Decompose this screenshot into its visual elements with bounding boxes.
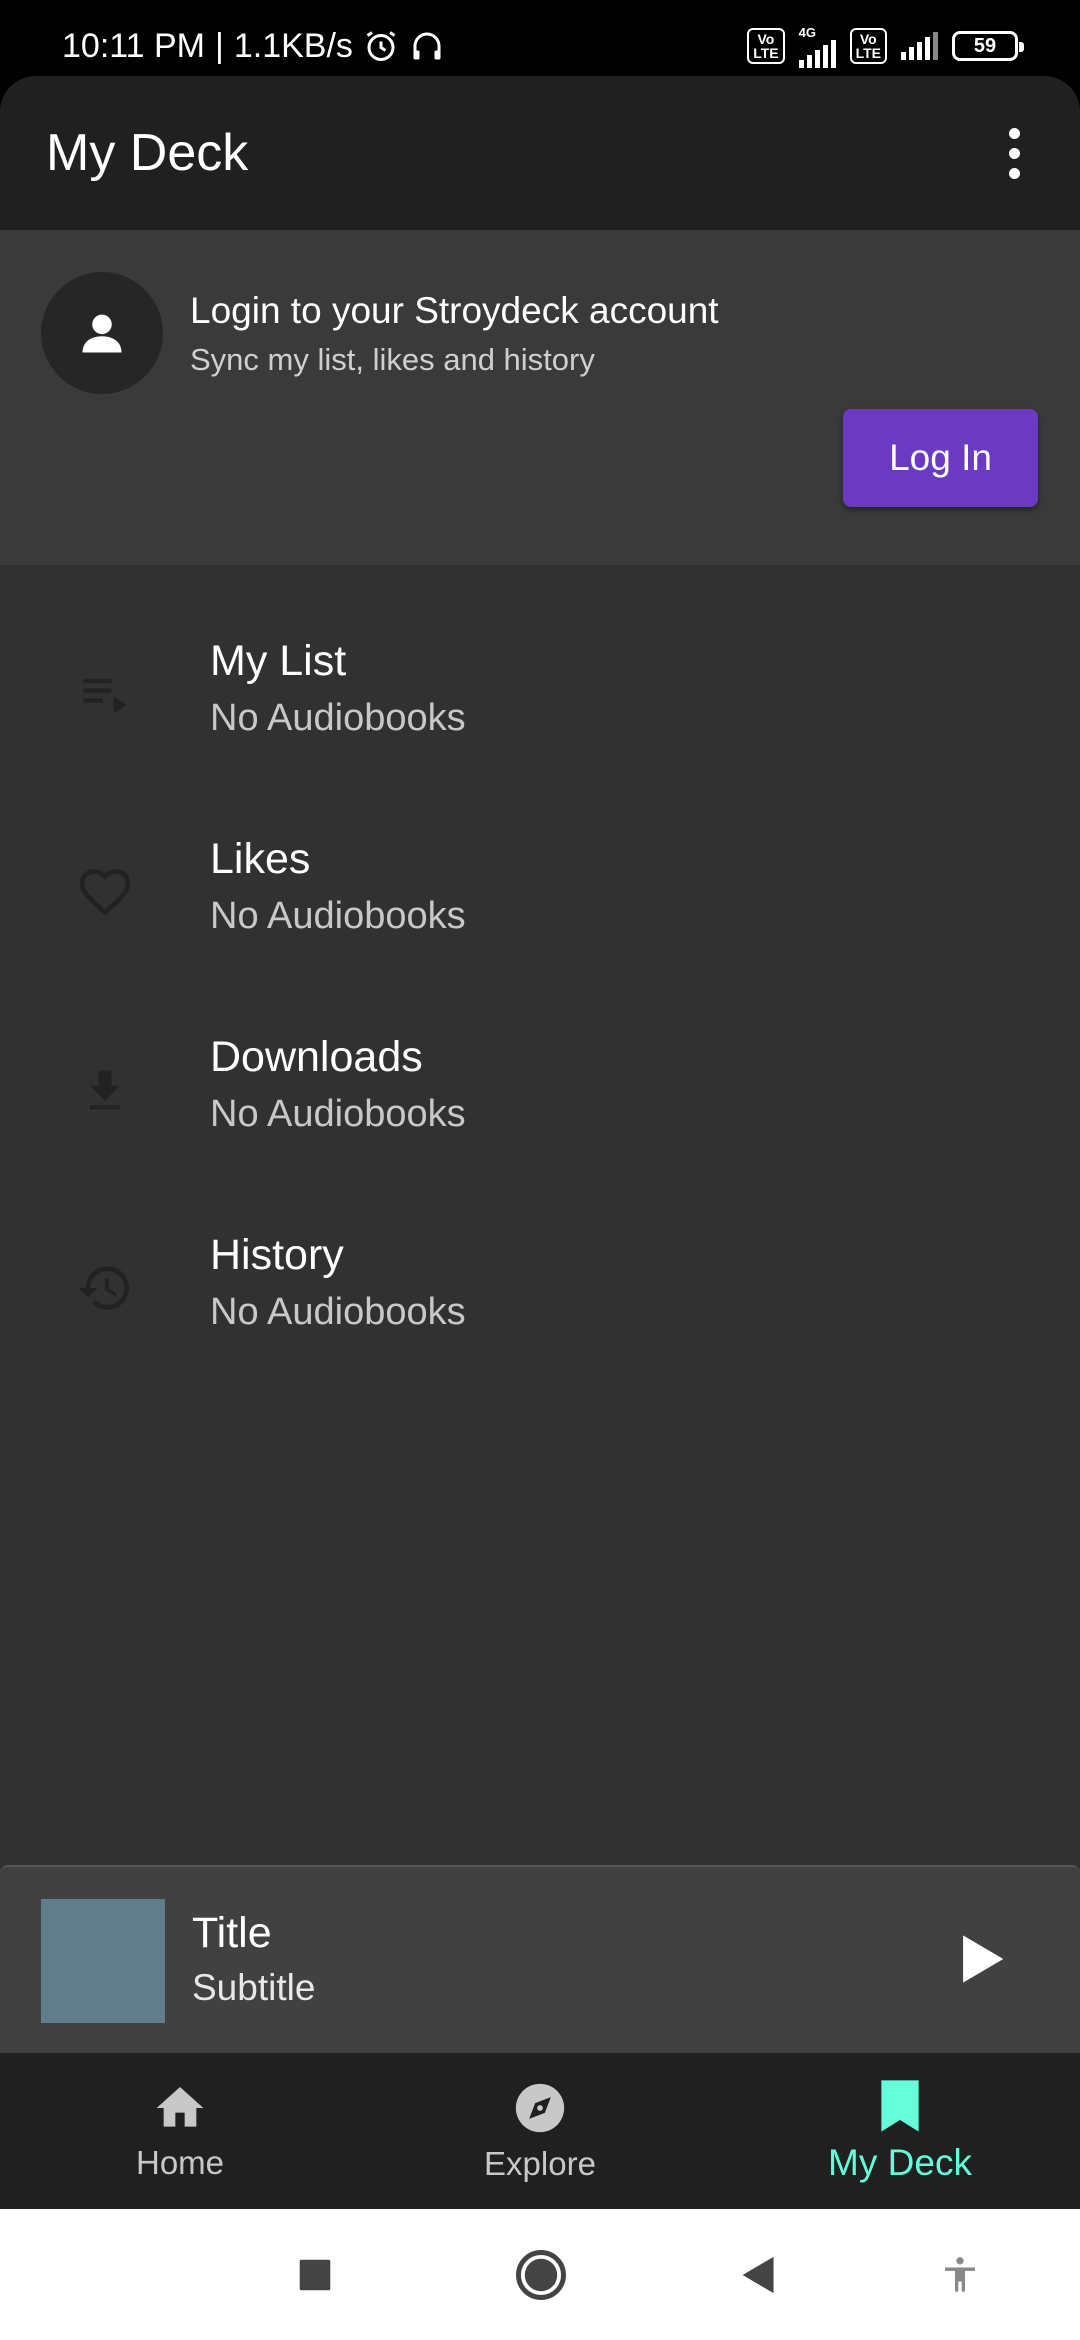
- login-button[interactable]: Log In: [843, 409, 1038, 507]
- nav-home[interactable]: Home: [0, 2053, 360, 2209]
- deck-item-subtitle: No Audiobooks: [210, 697, 466, 739]
- nav-label: Home: [135, 2144, 225, 2181]
- deck-item-label: Likes: [210, 835, 311, 883]
- deck-item-subtitle: No Audiobooks: [210, 1291, 466, 1333]
- deck-item-likes[interactable]: Likes No Audiobooks: [0, 793, 1080, 991]
- deck-item-label: Downloads: [210, 1033, 423, 1081]
- person-icon: [82, 314, 122, 353]
- headphones-icon: [413, 32, 441, 60]
- page-title: My Deck: [46, 124, 249, 182]
- deck-item-subtitle: No Audiobooks: [210, 895, 466, 937]
- compass-icon: [515, 2083, 565, 2133]
- login-title: Login to your Stroydeck account: [190, 290, 719, 331]
- deck-item-my-list[interactable]: My List No Audiobooks: [0, 595, 1080, 793]
- status-time: 10:11 PM: [62, 26, 206, 65]
- deck-item-label: My List: [210, 637, 347, 685]
- download-icon: [70, 1055, 140, 1125]
- signal-icon-2: [901, 32, 938, 60]
- deck-item-subtitle: No Audiobooks: [210, 1093, 466, 1135]
- more-options-icon[interactable]: [994, 118, 1034, 188]
- back-icon[interactable]: [740, 2255, 778, 2295]
- login-card: Login to your Stroydeck account Sync my …: [0, 230, 1080, 565]
- system-navigation-bar: [0, 2209, 1080, 2340]
- playlist-play-icon: [70, 659, 140, 729]
- nav-my-deck[interactable]: My Deck: [720, 2053, 1080, 2209]
- player-title: Title: [192, 1909, 272, 1957]
- history-icon: [70, 1253, 140, 1323]
- signal-icon: [798, 39, 836, 68]
- mini-player[interactable]: Title Subtitle: [0, 1865, 1080, 2053]
- bookmark-icon: [881, 2080, 919, 2132]
- deck-list: My List No Audiobooks Likes No Audiobook…: [0, 565, 1080, 1387]
- nav-explore[interactable]: Explore: [360, 2053, 720, 2209]
- app-bar: My Deck: [0, 76, 1080, 230]
- home-icon: [156, 2087, 204, 2127]
- player-subtitle: Subtitle: [192, 1967, 316, 2008]
- home-button-icon[interactable]: [514, 2248, 568, 2302]
- deck-item-label: History: [210, 1231, 344, 1279]
- login-subtitle: Sync my list, likes and history: [190, 342, 595, 377]
- battery-icon: 59: [952, 31, 1024, 61]
- bottom-navigation: Home Explore My Deck: [0, 2053, 1080, 2209]
- volte-badge-2: Vo LTE: [849, 28, 887, 64]
- battery-level: 59: [973, 34, 997, 57]
- nav-label: My Deck: [828, 2142, 972, 2183]
- heart-outline-icon: [70, 857, 140, 927]
- avatar: [41, 272, 163, 394]
- nav-label: Explore: [484, 2145, 596, 2182]
- status-net-speed: 1.1KB/s: [233, 26, 353, 65]
- recents-icon[interactable]: [298, 2258, 332, 2292]
- volte-badge: Vo LTE: [747, 28, 785, 64]
- play-icon[interactable]: [954, 1931, 1010, 1987]
- cover-art: [41, 1899, 165, 2023]
- alarm-icon: [366, 31, 396, 61]
- network-type: 4G: [798, 24, 816, 40]
- deck-item-downloads[interactable]: Downloads No Audiobooks: [0, 991, 1080, 1189]
- deck-item-history[interactable]: History No Audiobooks: [0, 1189, 1080, 1387]
- accessibility-icon[interactable]: [940, 2253, 980, 2297]
- status-separator: |: [215, 26, 224, 65]
